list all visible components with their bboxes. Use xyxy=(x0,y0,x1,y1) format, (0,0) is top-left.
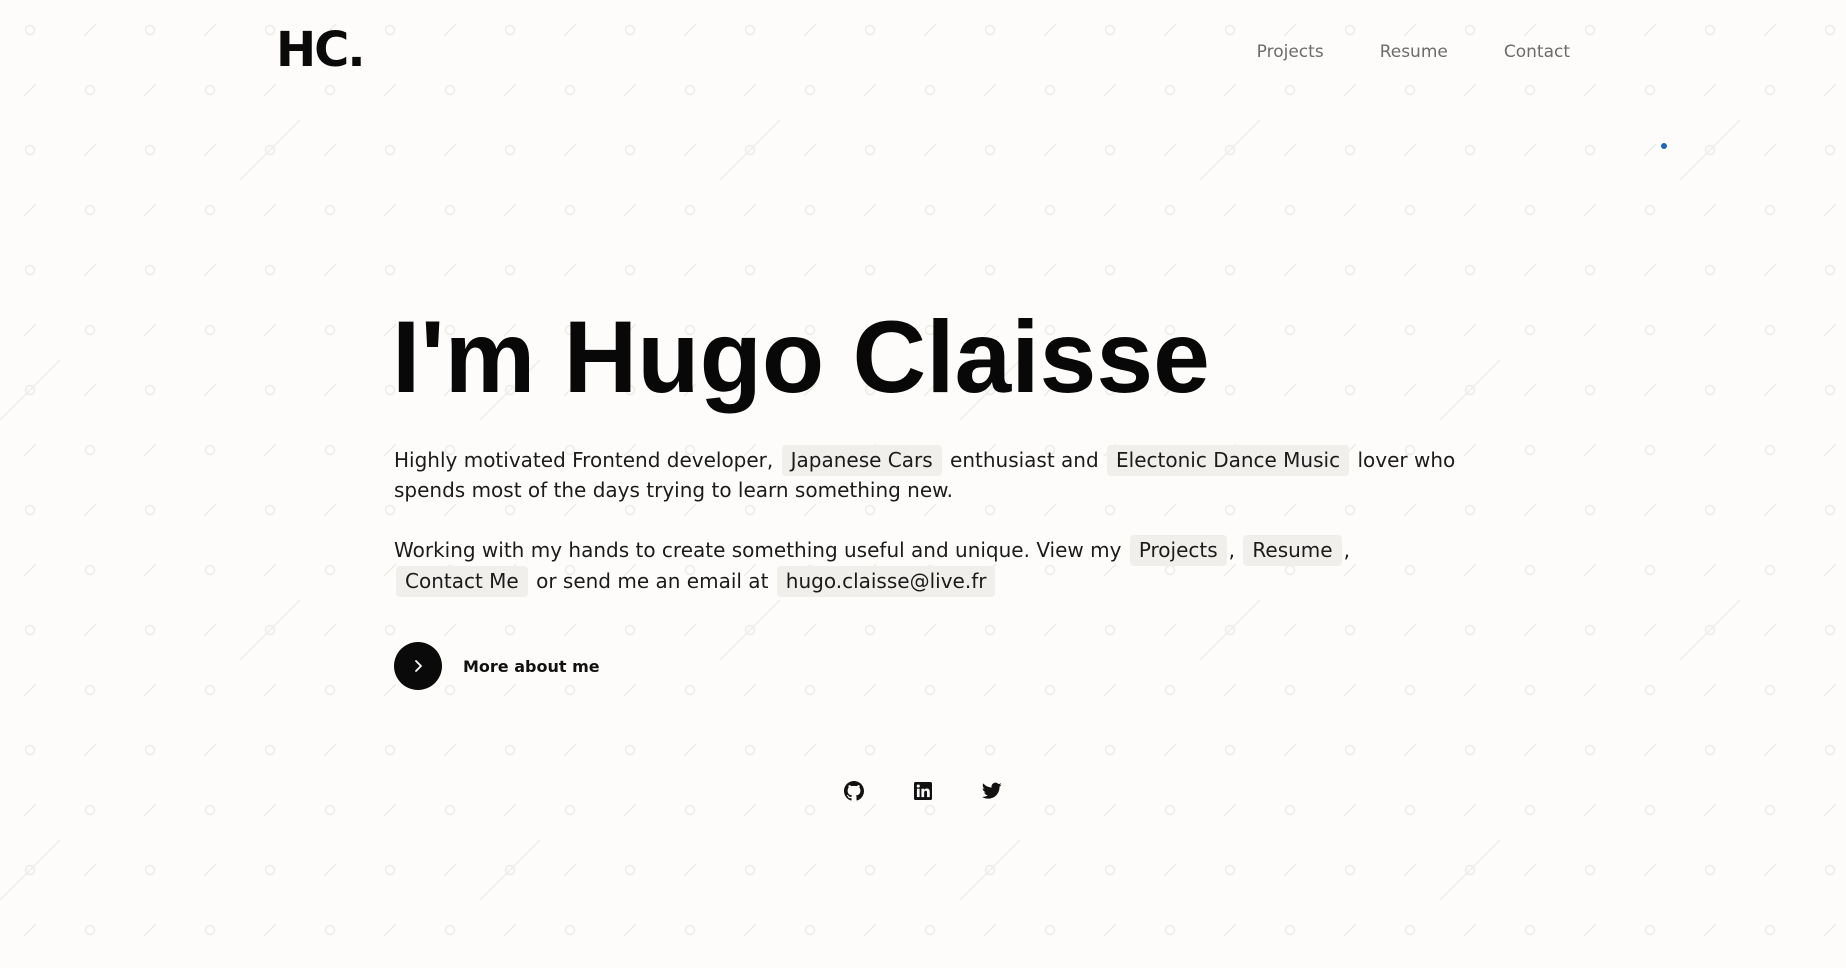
twitter-icon[interactable] xyxy=(981,780,1002,801)
intro-text-2: enthusiast and xyxy=(950,448,1099,472)
accent-dot xyxy=(1661,143,1667,149)
more-circle[interactable] xyxy=(394,642,442,690)
link-contact-me[interactable]: Contact Me xyxy=(396,566,528,597)
hero-title: I'm Hugo Claisse xyxy=(392,300,1210,414)
chevron-right-icon xyxy=(415,660,422,672)
main-nav: Projects Resume Contact xyxy=(1257,42,1570,62)
comma: , xyxy=(1343,538,1350,562)
nav-resume[interactable]: Resume xyxy=(1380,42,1448,62)
nav-contact[interactable]: Contact xyxy=(1504,42,1570,62)
more-about-me-label[interactable]: More about me xyxy=(463,657,600,676)
email-link[interactable]: hugo.claisse@live.fr xyxy=(776,566,996,597)
more-about-me-button[interactable]: More about me xyxy=(394,642,600,690)
intro-paragraph: Highly motivated Frontend developer, Jap… xyxy=(394,445,1460,505)
linkedin-icon[interactable] xyxy=(912,780,933,801)
page: HC. Projects Resume Contact I'm Hugo Cla… xyxy=(0,0,1846,968)
work-paragraph: Working with my hands to create somethin… xyxy=(394,535,1460,597)
work-text-1: Working with my hands to create somethin… xyxy=(394,538,1122,562)
nav-projects[interactable]: Projects xyxy=(1257,42,1324,62)
chip-edm: Electonic Dance Music xyxy=(1107,445,1350,476)
comma: , xyxy=(1228,538,1236,562)
github-icon[interactable] xyxy=(843,780,864,801)
link-projects[interactable]: Projects xyxy=(1129,535,1227,566)
social-links xyxy=(843,780,1002,801)
intro-text-1: Highly motivated Frontend developer, xyxy=(394,448,774,472)
chip-japanese-cars: Japanese Cars xyxy=(781,445,942,476)
link-resume[interactable]: Resume xyxy=(1243,535,1342,566)
work-text-2: or send me an email at xyxy=(536,569,769,593)
site-logo[interactable]: HC. xyxy=(276,22,366,78)
